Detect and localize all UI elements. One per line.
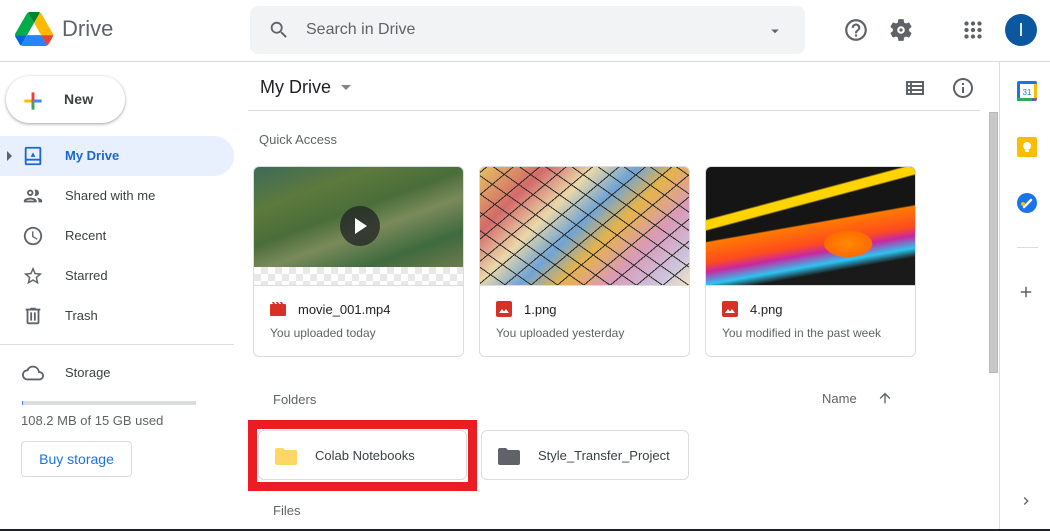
page-title[interactable]: My Drive bbox=[260, 77, 331, 98]
highlight-annotation-box bbox=[248, 420, 477, 491]
search-input[interactable] bbox=[306, 18, 746, 42]
arrow-up-icon[interactable] bbox=[877, 390, 893, 406]
new-plus-icon bbox=[24, 92, 42, 110]
chevron-down-icon[interactable] bbox=[341, 85, 351, 90]
clock-icon bbox=[23, 226, 43, 246]
folder-icon bbox=[498, 448, 520, 465]
folder-item[interactable]: Style_Transfer_Project bbox=[481, 430, 689, 480]
sidebar-item-recent[interactable]: Recent bbox=[0, 216, 234, 256]
my-drive-icon bbox=[24, 146, 42, 166]
play-icon[interactable] bbox=[340, 206, 380, 246]
trash-icon bbox=[25, 307, 41, 325]
sidebar-item-storage[interactable]: Storage bbox=[0, 353, 234, 393]
file-meta: You modified in the past week bbox=[722, 326, 881, 340]
apps-grid-icon[interactable] bbox=[960, 17, 986, 43]
storage-progress-track bbox=[22, 401, 196, 405]
sidebar-item-label: Starred bbox=[65, 268, 108, 283]
image-file-icon bbox=[722, 301, 738, 317]
file-name: movie_001.mp4 bbox=[298, 302, 391, 317]
drive-logo-icon[interactable] bbox=[15, 11, 53, 47]
expand-caret-icon[interactable] bbox=[7, 151, 12, 161]
app-title: Drive bbox=[62, 16, 114, 41]
transparency-strip bbox=[254, 267, 463, 285]
cloud-icon bbox=[22, 365, 44, 381]
file-name: 4.png bbox=[750, 302, 783, 317]
storage-progress-fill bbox=[22, 401, 23, 405]
sidebar-divider bbox=[0, 344, 234, 345]
buy-storage-button[interactable]: Buy storage bbox=[21, 441, 132, 477]
sidebar-item-label: Recent bbox=[65, 228, 107, 243]
image-file-icon bbox=[496, 301, 512, 317]
folders-heading: Folders bbox=[273, 392, 317, 407]
calendar-icon[interactable]: 31 bbox=[1017, 81, 1037, 101]
side-panel-divider bbox=[1017, 247, 1038, 248]
tasks-icon[interactable] bbox=[1017, 193, 1037, 213]
sidebar-item-shared[interactable]: Shared with me bbox=[0, 176, 234, 216]
file-name: 1.png bbox=[524, 302, 557, 317]
sidebar-item-label: Trash bbox=[65, 308, 98, 323]
new-button-label: New bbox=[64, 91, 94, 107]
star-icon bbox=[23, 266, 43, 285]
svg-text:31: 31 bbox=[1023, 88, 1032, 97]
sort-by-name-button[interactable]: Name bbox=[822, 391, 857, 406]
quick-access-heading: Quick Access bbox=[259, 132, 338, 147]
help-icon[interactable] bbox=[843, 17, 869, 43]
settings-icon[interactable] bbox=[888, 17, 914, 43]
file-meta: You uploaded today bbox=[270, 326, 376, 340]
add-addon-icon[interactable] bbox=[1017, 283, 1035, 301]
file-meta: You uploaded yesterday bbox=[496, 326, 625, 340]
scrollbar-thumb[interactable] bbox=[989, 112, 998, 373]
shared-icon bbox=[23, 189, 43, 203]
sidebar-item-label: My Drive bbox=[65, 148, 120, 163]
main-divider bbox=[248, 110, 980, 111]
keep-icon[interactable] bbox=[1017, 137, 1037, 157]
image-thumbnail bbox=[706, 167, 915, 285]
sidebar-item-starred[interactable]: Starred bbox=[0, 256, 234, 296]
quick-access-card[interactable]: movie_001.mp4 You uploaded today bbox=[253, 166, 464, 357]
info-icon[interactable] bbox=[951, 76, 975, 100]
quick-access-card[interactable]: 1.png You uploaded yesterday bbox=[479, 166, 690, 357]
files-heading: Files bbox=[273, 503, 301, 518]
list-view-icon[interactable] bbox=[903, 76, 927, 100]
search-options-icon[interactable] bbox=[766, 22, 784, 40]
quick-access-card[interactable]: 4.png You modified in the past week bbox=[705, 166, 916, 357]
storage-usage-text: 108.2 MB of 15 GB used bbox=[21, 413, 164, 428]
storage-label: Storage bbox=[65, 365, 111, 380]
chevron-right-icon[interactable] bbox=[1018, 493, 1034, 509]
search-icon[interactable] bbox=[268, 19, 290, 41]
sidebar-item-trash[interactable]: Trash bbox=[0, 296, 234, 336]
folder-name: Style_Transfer_Project bbox=[538, 448, 670, 463]
image-thumbnail bbox=[480, 167, 689, 285]
video-file-icon bbox=[270, 302, 286, 316]
sidebar-item-my-drive[interactable]: My Drive bbox=[0, 136, 234, 176]
sidebar-item-label: Shared with me bbox=[65, 188, 156, 203]
avatar[interactable]: I bbox=[1005, 14, 1037, 46]
